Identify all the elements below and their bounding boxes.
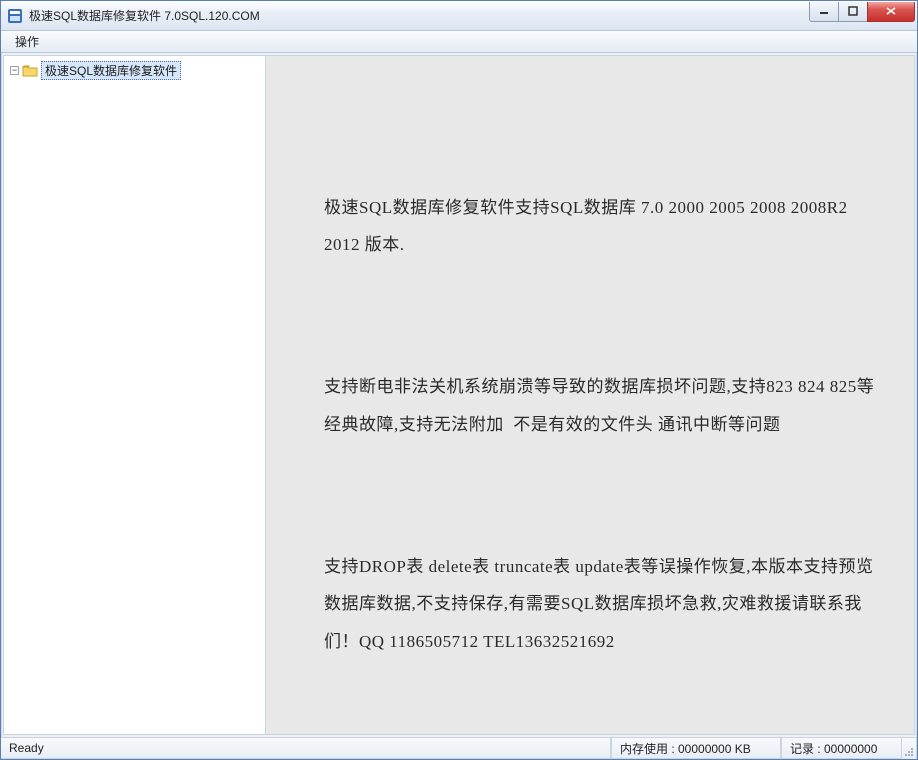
resize-grip[interactable] bbox=[901, 738, 917, 759]
app-window: 极速SQL数据库修复软件 7.0SQL.120.COM 操作 − bbox=[0, 0, 918, 760]
tree-pane[interactable]: − 极速SQL数据库修复软件 bbox=[4, 56, 266, 734]
window-title: 极速SQL数据库修复软件 7.0SQL.120.COM bbox=[29, 7, 810, 24]
close-button[interactable] bbox=[867, 2, 915, 22]
status-memory: 内存使用 : 00000000 KB bbox=[611, 738, 781, 759]
minimize-icon bbox=[819, 6, 829, 16]
resize-grip-icon bbox=[902, 745, 914, 757]
maximize-button[interactable] bbox=[838, 2, 868, 22]
title-bar[interactable]: 极速SQL数据库修复软件 7.0SQL.120.COM bbox=[1, 1, 917, 31]
tree-root-node[interactable]: − 极速SQL数据库修复软件 bbox=[6, 60, 263, 81]
detail-paragraph-1: 极速SQL数据库修复软件支持SQL数据库 7.0 2000 2005 2008 … bbox=[324, 189, 884, 264]
status-ready: Ready bbox=[1, 738, 611, 759]
app-icon bbox=[7, 8, 23, 24]
folder-icon bbox=[22, 64, 38, 77]
window-controls bbox=[810, 2, 917, 24]
detail-paragraph-2: 支持断电非法关机系统崩溃等导致的数据库损坏问题,支持823 824 825等经典… bbox=[324, 368, 884, 443]
detail-paragraph-3: 支持DROP表 delete表 truncate表 update表等误操作恢复,… bbox=[324, 548, 884, 660]
detail-text: 极速SQL数据库修复软件支持SQL数据库 7.0 2000 2005 2008 … bbox=[324, 114, 884, 734]
menu-bar: 操作 bbox=[1, 31, 917, 53]
expand-toggle-icon[interactable]: − bbox=[10, 66, 19, 75]
status-records: 记录 : 00000000 bbox=[781, 738, 901, 759]
status-bar: Ready 内存使用 : 00000000 KB 记录 : 00000000 bbox=[1, 737, 917, 759]
maximize-icon bbox=[848, 6, 858, 16]
tree-root-label[interactable]: 极速SQL数据库修复软件 bbox=[41, 61, 181, 80]
content-area: − 极速SQL数据库修复软件 极速SQL数据库修复软件支持SQL数据库 7.0 … bbox=[3, 55, 915, 735]
close-icon bbox=[885, 6, 897, 16]
detail-pane: 极速SQL数据库修复软件支持SQL数据库 7.0 2000 2005 2008 … bbox=[266, 56, 914, 734]
minimize-button[interactable] bbox=[809, 2, 839, 22]
menu-operate[interactable]: 操作 bbox=[7, 31, 47, 52]
